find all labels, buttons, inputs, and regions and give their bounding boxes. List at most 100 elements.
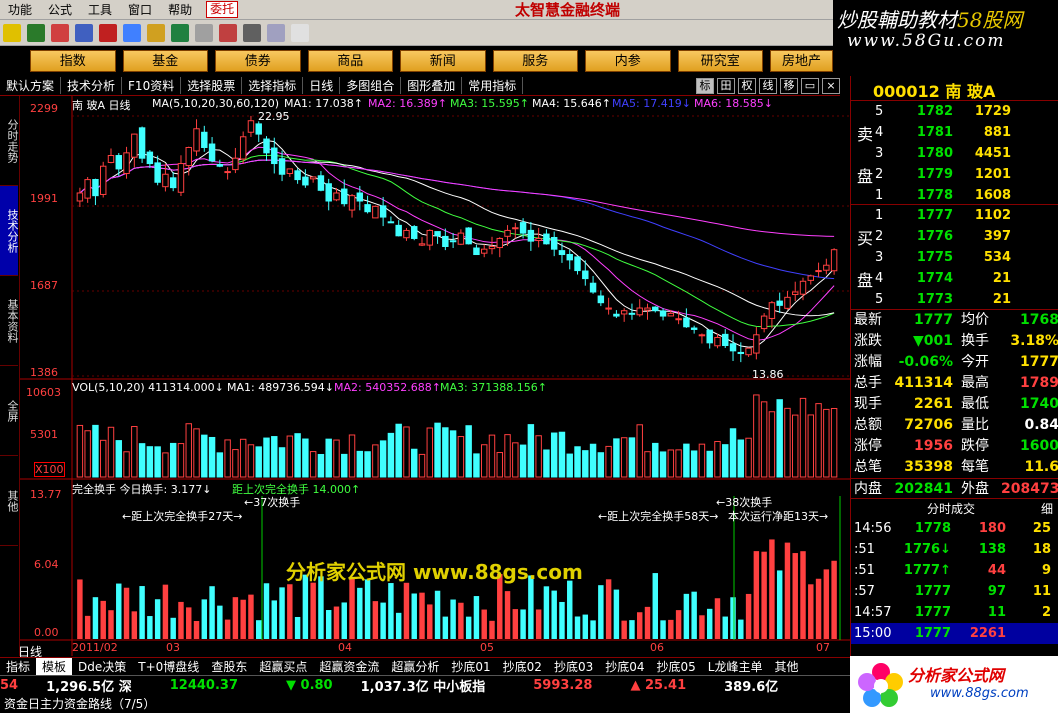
- menu-help[interactable]: 帮助: [160, 0, 200, 20]
- buy-row[interactable]: 4 1774 21: [851, 268, 1058, 289]
- volume-bar: [784, 407, 791, 478]
- candle: [302, 176, 309, 186]
- nav-fund[interactable]: 基金: [122, 50, 208, 72]
- volume-bar: [543, 449, 550, 478]
- lefttab-fullscreen[interactable]: 全屏: [0, 366, 19, 456]
- menu-function[interactable]: 功能: [0, 0, 40, 20]
- subtab-select-stock[interactable]: 选择股票: [181, 77, 243, 94]
- volume-bar: [449, 430, 457, 478]
- trade-tab[interactable]: 委托: [206, 1, 239, 18]
- sell-row[interactable]: 2 1779 1201: [851, 164, 1058, 185]
- close-icon[interactable]: ×: [822, 77, 840, 94]
- candle: [792, 291, 799, 296]
- sell-row[interactable]: 5 1782 1729: [851, 101, 1058, 122]
- search-icon[interactable]: [195, 23, 213, 42]
- nav-commodity[interactable]: 商品: [307, 50, 393, 72]
- nav-news[interactable]: 新闻: [400, 50, 486, 72]
- btab-capitalflow[interactable]: 超赢资金流: [313, 658, 385, 675]
- btab-bottom01[interactable]: 抄底01: [445, 658, 496, 675]
- subtab-overlay[interactable]: 图形叠加: [401, 77, 463, 94]
- menu-formula[interactable]: 公式: [40, 0, 80, 20]
- btab-bottom04[interactable]: 抄底04: [599, 658, 650, 675]
- btab-bottom05[interactable]: 抄底05: [651, 658, 702, 675]
- chart-area[interactable]: [20, 96, 850, 656]
- lefttab-basic[interactable]: 基本资料: [0, 276, 19, 366]
- turnover-bar: [738, 619, 744, 639]
- btab-other[interactable]: 其他: [768, 658, 804, 675]
- volume-bar: [597, 452, 605, 478]
- subtab-common[interactable]: 常用指标: [462, 77, 524, 94]
- buy-row[interactable]: 5 1773 21: [851, 289, 1058, 310]
- btab-dragon[interactable]: L龙峰主单: [702, 658, 769, 675]
- ticks-header[interactable]: 分时成交 细: [851, 498, 1058, 516]
- print-icon[interactable]: [267, 23, 285, 42]
- lefttab-tech[interactable]: 技术分析: [0, 186, 19, 276]
- line-button[interactable]: 线: [759, 77, 777, 94]
- btab-bottom03[interactable]: 抄底03: [548, 658, 599, 675]
- info-icon[interactable]: [75, 23, 93, 42]
- mail-icon[interactable]: [219, 23, 237, 42]
- nav-index[interactable]: 指数: [30, 50, 116, 72]
- subtab-select-indicator[interactable]: 选择指标: [242, 77, 304, 94]
- btab-dde[interactable]: Dde决策: [72, 658, 132, 675]
- btab-bottom02[interactable]: 抄底02: [497, 658, 548, 675]
- rights-button[interactable]: 权: [738, 77, 756, 94]
- candle: [107, 155, 115, 163]
- buy-row[interactable]: 1 1777 1102: [851, 205, 1058, 226]
- nav-insider[interactable]: 内参: [585, 50, 671, 72]
- help-icon[interactable]: [291, 23, 309, 42]
- candle: [799, 280, 807, 295]
- lefttab-other[interactable]: 其他: [0, 456, 19, 546]
- turnover-bar: [808, 584, 814, 639]
- fund-icon[interactable]: [3, 23, 21, 42]
- nav-bond[interactable]: 债券: [215, 50, 301, 72]
- nav-research[interactable]: 研究室: [677, 50, 763, 72]
- volume-bar: [426, 427, 434, 478]
- grid-icon[interactable]: [243, 23, 261, 42]
- candle: [395, 224, 402, 237]
- btab-shareholder[interactable]: 查股东: [205, 658, 253, 675]
- nav-realestate[interactable]: 房地产: [770, 50, 834, 72]
- volume-bar: [566, 453, 573, 478]
- sell-row[interactable]: 1 1778 1608: [851, 185, 1058, 206]
- volume-bar: [504, 434, 511, 478]
- mark-button[interactable]: 标: [696, 77, 714, 94]
- btab-template[interactable]: 模板: [36, 658, 73, 675]
- subtab-f10[interactable]: F10资料: [122, 77, 182, 94]
- menu-tools[interactable]: 工具: [80, 0, 120, 20]
- menu-window[interactable]: 窗口: [120, 0, 160, 20]
- btab-t0[interactable]: T+0博盘线: [132, 658, 205, 675]
- btab-analysis[interactable]: 超赢分析: [385, 658, 445, 675]
- subtab-tech[interactable]: 技术分析: [61, 77, 123, 94]
- quote-icon[interactable]: [27, 23, 45, 42]
- buy-row[interactable]: 3 1775 534: [851, 247, 1058, 268]
- nav-service[interactable]: 服务: [492, 50, 578, 72]
- lock-icon[interactable]: [147, 23, 165, 42]
- logo-url: www.88gs.com: [930, 686, 1029, 701]
- sub-toolbar: 默认方案 技术分析 F10资料 选择股票 选择指标 日线 多图组合 图形叠加 常…: [0, 76, 840, 96]
- btab-buypoint[interactable]: 超赢买点: [253, 658, 313, 675]
- volume-bar: [729, 428, 737, 478]
- move-button[interactable]: 移: [780, 77, 798, 94]
- volume-bar: [169, 442, 177, 478]
- restore-icon[interactable]: ▭: [801, 77, 819, 94]
- subtab-multi[interactable]: 多图组合: [340, 77, 402, 94]
- turnover-bar: [232, 597, 239, 639]
- buy-row[interactable]: 2 1776 397: [851, 226, 1058, 247]
- volume-bar: [341, 453, 348, 478]
- sell-row[interactable]: 4 1781 881: [851, 122, 1058, 143]
- chart-icon[interactable]: [51, 23, 69, 42]
- candle: [403, 229, 410, 239]
- subtab-default[interactable]: 默认方案: [0, 77, 62, 94]
- volume-bar: [714, 441, 721, 478]
- turnover-bar: [699, 615, 705, 639]
- stat-row: 总手 411314 最高 1789: [854, 375, 1058, 391]
- globe-icon[interactable]: [171, 23, 189, 42]
- diamond-icon[interactable]: [99, 23, 117, 42]
- subtab-daily[interactable]: 日线: [303, 77, 341, 94]
- btab-indicator[interactable]: 指标: [0, 658, 36, 675]
- grid-button[interactable]: 田: [717, 77, 735, 94]
- edit-icon[interactable]: [123, 23, 141, 42]
- sell-row[interactable]: 3 1780 4451: [851, 143, 1058, 164]
- lefttab-intraday[interactable]: 分时走势: [0, 96, 19, 186]
